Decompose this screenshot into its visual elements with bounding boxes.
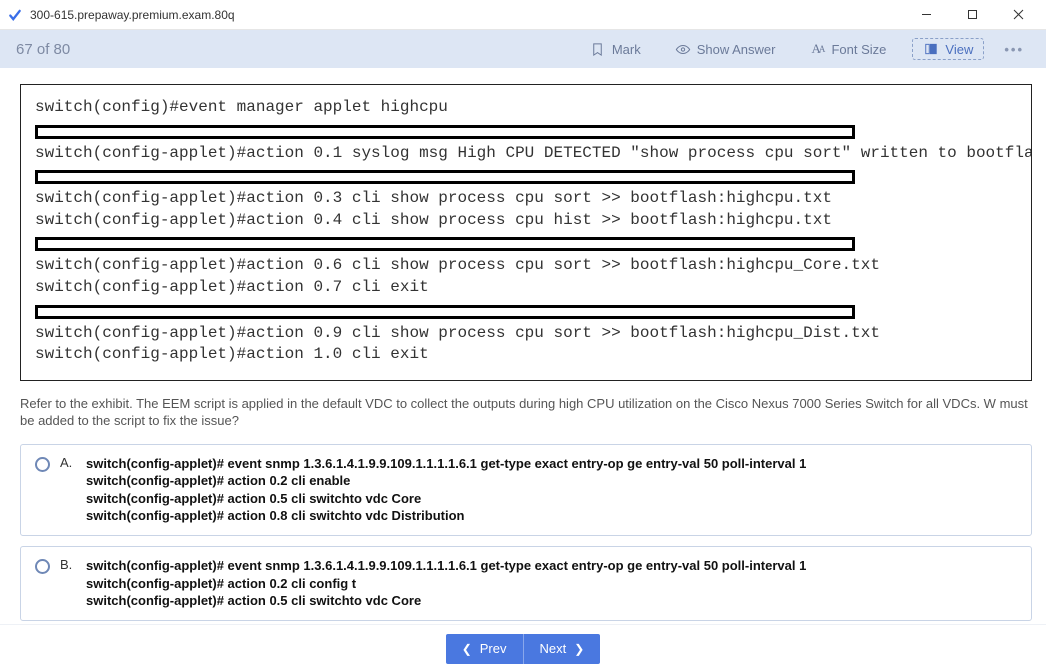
window-title: 300-615.prepaway.premium.exam.80q: [30, 8, 904, 22]
close-button[interactable]: [996, 1, 1040, 29]
eye-icon: [675, 41, 691, 57]
option-letter: B.: [60, 557, 76, 572]
window-buttons: [904, 1, 1040, 29]
font-size-label: Font Size: [831, 42, 886, 57]
bookmark-icon: [590, 41, 606, 57]
font-size-icon: AA: [809, 41, 825, 57]
exhibit-line: switch(config-applet)#action 1.0 cli exi…: [35, 344, 1017, 366]
redaction-bar: [35, 237, 855, 251]
chevron-right-icon: ❯: [574, 642, 584, 656]
app-check-icon: [8, 8, 22, 22]
radio-icon[interactable]: [35, 457, 50, 472]
show-answer-label: Show Answer: [697, 42, 776, 57]
content-area[interactable]: switch(config)#event manager applet high…: [0, 68, 1046, 624]
redaction-bar: [35, 305, 855, 319]
question-text: Refer to the exhibit. The EEM script is …: [20, 395, 1032, 430]
option-text: switch(config-applet)# event snmp 1.3.6.…: [86, 557, 806, 610]
mark-button[interactable]: Mark: [582, 37, 649, 61]
option-text: switch(config-applet)# event snmp 1.3.6.…: [86, 455, 806, 525]
exhibit-line: switch(config-applet)#action 0.6 cli sho…: [35, 255, 1017, 277]
bottom-nav: ❮ Prev Next ❯: [0, 624, 1046, 672]
redaction-bar: [35, 170, 855, 184]
mark-label: Mark: [612, 42, 641, 57]
maximize-button[interactable]: [950, 1, 994, 29]
redaction-bar: [35, 125, 855, 139]
option-a[interactable]: A. switch(config-applet)# event snmp 1.3…: [20, 444, 1032, 536]
minimize-button[interactable]: [904, 1, 948, 29]
exhibit-line: switch(config-applet)#action 0.1 syslog …: [35, 143, 1017, 165]
view-button[interactable]: View: [912, 38, 984, 60]
more-menu-button[interactable]: •••: [998, 42, 1030, 57]
exhibit-line: switch(config-applet)#action 0.7 cli exi…: [35, 277, 1017, 299]
prev-button[interactable]: ❮ Prev: [446, 634, 524, 664]
toolbar: 67 of 80 Mark Show Answer AA Font Size V…: [0, 30, 1046, 68]
exhibit-line: switch(config-applet)#action 0.3 cli sho…: [35, 188, 1017, 210]
exhibit-box: switch(config)#event manager applet high…: [20, 84, 1032, 381]
more-icon: •••: [1004, 42, 1024, 57]
exhibit-line: switch(config-applet)#action 0.9 cli sho…: [35, 323, 1017, 345]
show-answer-button[interactable]: Show Answer: [667, 37, 784, 61]
chevron-left-icon: ❮: [462, 642, 472, 656]
font-size-button[interactable]: AA Font Size: [801, 37, 894, 61]
option-b[interactable]: B. switch(config-applet)# event snmp 1.3…: [20, 546, 1032, 621]
next-label: Next: [540, 641, 567, 656]
prev-label: Prev: [480, 641, 507, 656]
question-counter: 67 of 80: [16, 41, 70, 58]
radio-icon[interactable]: [35, 559, 50, 574]
next-button[interactable]: Next ❯: [524, 634, 601, 664]
layout-icon: [923, 41, 939, 57]
exhibit-line: switch(config-applet)#action 0.4 cli sho…: [35, 210, 1017, 232]
exhibit-line: switch(config)#event manager applet high…: [35, 97, 1017, 119]
view-label: View: [945, 42, 973, 57]
window-titlebar: 300-615.prepaway.premium.exam.80q: [0, 0, 1046, 30]
option-letter: A.: [60, 455, 76, 470]
